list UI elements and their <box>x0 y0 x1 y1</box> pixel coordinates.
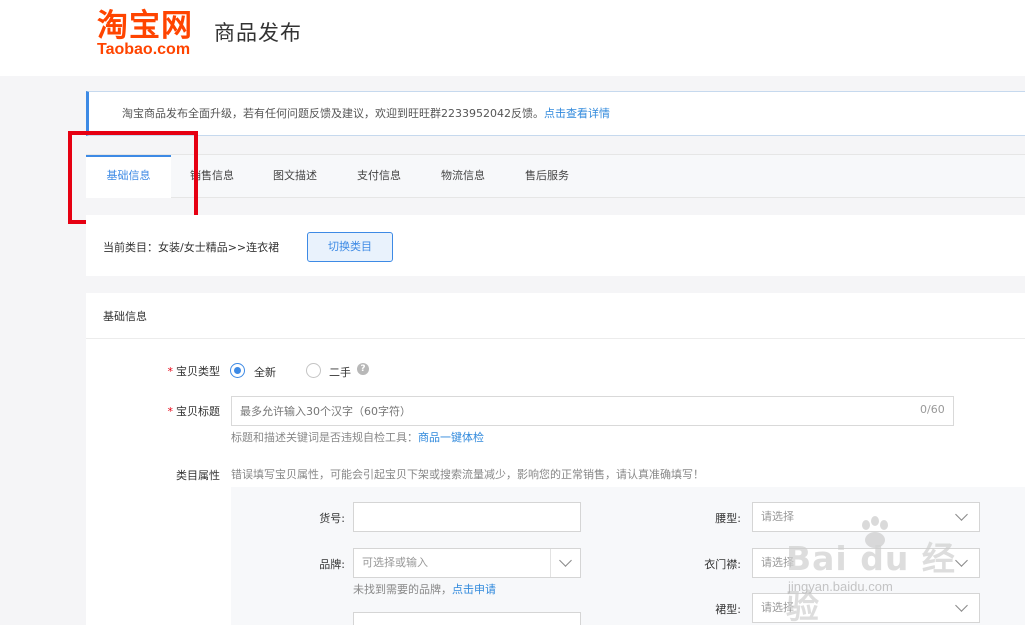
logo-en-text: Taobao.com <box>97 41 191 58</box>
category-bar: 当前类目：女装/女士精品>>连衣裙 切换类目 <box>86 215 1025 276</box>
page-title: 商品发布 <box>214 21 302 45</box>
attributes-label: 类目属性 <box>176 469 220 482</box>
taobao-logo[interactable]: 淘宝网 Taobao.com <box>97 8 209 60</box>
brand-label: 品牌: <box>319 558 345 571</box>
item-no-label: 货号: <box>319 512 345 525</box>
panel-divider <box>86 338 1025 339</box>
item-type-label-text: 宝贝类型 <box>176 365 220 378</box>
baidu-jingyan-watermark: Bai du 经验 jingyan.baidu.com <box>782 515 982 625</box>
required-mark: * <box>167 365 174 378</box>
brand-apply-link[interactable]: 点击申请 <box>452 583 496 596</box>
required-mark: * <box>167 405 174 418</box>
page-header: 淘宝网 Taobao.com 商品发布 <box>0 0 1025 76</box>
item-title-label-text: 宝贝标题 <box>176 405 220 418</box>
item-type-used-label[interactable]: 二手 <box>329 364 351 380</box>
title-char-counter: 0/60 <box>920 403 945 416</box>
logo-cn-text: 淘宝网 <box>97 8 193 44</box>
attributes-warning: 错误填写宝贝属性，可能会引起宝贝下架或搜索流量减少，影响您的正常销售，请认真准确… <box>231 468 704 481</box>
brand-placeholder: 可选择或输入 <box>362 556 428 569</box>
section-tabs: 基础信息 销售信息 图文描述 支付信息 物流信息 售后服务 <box>86 154 1025 198</box>
notice-banner: 淘宝商品发布全面升级，若有任何问题反馈及建议，欢迎到旺旺群2233952042反… <box>86 91 1025 136</box>
skirt-type-label: 裙型: <box>715 603 741 616</box>
brand-dropdown-toggle[interactable] <box>550 549 580 577</box>
watermark-url: jingyan.baidu.com <box>788 579 893 594</box>
item-type-new-radio[interactable] <box>230 363 245 378</box>
item-type-label: * 宝贝类型 <box>164 363 221 379</box>
placket-label: 衣门襟: <box>704 558 741 571</box>
tab-after-sales[interactable]: 售后服务 <box>521 155 573 198</box>
third-attr-input[interactable] <box>353 612 581 625</box>
item-type-used-radio[interactable] <box>306 363 321 378</box>
item-title-input[interactable] <box>231 396 954 426</box>
help-icon[interactable]: ? <box>357 363 369 375</box>
panel-title: 基础信息 <box>103 310 147 323</box>
switch-category-button[interactable]: 切换类目 <box>307 232 393 262</box>
item-check-link[interactable]: 商品一键体检 <box>418 431 484 444</box>
item-no-input[interactable] <box>353 502 581 532</box>
item-type-new-label[interactable]: 全新 <box>254 364 276 380</box>
tab-payment-info[interactable]: 支付信息 <box>353 155 405 198</box>
tab-image-desc[interactable]: 图文描述 <box>269 155 321 198</box>
notice-detail-link[interactable]: 点击查看详情 <box>544 107 610 120</box>
brand-hint: 未找到需要的品牌，点击申请 <box>353 581 496 597</box>
tab-logistics-info[interactable]: 物流信息 <box>437 155 489 198</box>
waist-label: 腰型: <box>715 512 741 525</box>
brand-select[interactable]: 可选择或输入 <box>353 548 581 578</box>
title-hint-text: 标题和描述关键词是否违规自检工具： <box>231 431 418 444</box>
item-title-label: * 宝贝标题 <box>164 403 221 419</box>
red-highlight-annotation <box>68 131 198 224</box>
notice-text: 淘宝商品发布全面升级，若有任何问题反馈及建议，欢迎到旺旺群2233952042反… <box>122 107 544 120</box>
brand-hint-text: 未找到需要的品牌， <box>353 583 452 596</box>
title-hint: 标题和描述关键词是否违规自检工具：商品一键体检 <box>231 429 484 445</box>
chevron-down-icon <box>559 554 572 567</box>
current-category: 当前类目：女装/女士精品>>连衣裙 <box>103 241 280 254</box>
